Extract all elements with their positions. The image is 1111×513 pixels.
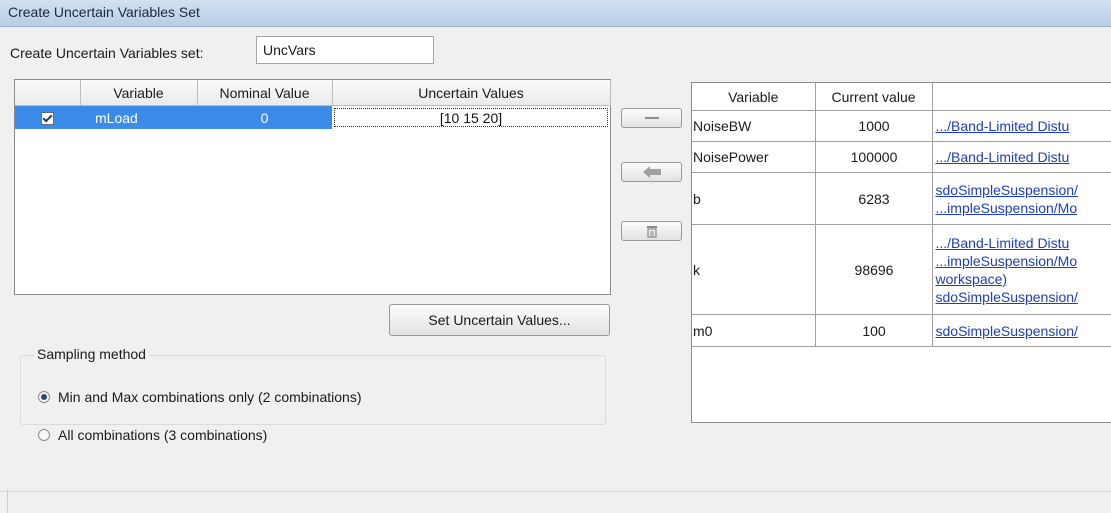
uncertain-values-cell[interactable]: [10 15 20] bbox=[332, 105, 610, 129]
status-divider bbox=[0, 491, 1111, 492]
column-header-used-by[interactable] bbox=[932, 83, 1111, 111]
variable-cell[interactable]: k bbox=[692, 224, 816, 315]
used-by-cell: sdoSimpleSuspension/ bbox=[932, 314, 1111, 347]
table-row[interactable]: NoisePower 100000 .../Band-Limited Distu bbox=[692, 141, 1111, 173]
table-header-row: Variable Current value bbox=[692, 83, 1111, 111]
used-by-cell: .../Band-Limited Distu bbox=[932, 141, 1111, 173]
table-row[interactable]: mLoad 0 [10 15 20] bbox=[15, 105, 610, 129]
block-link[interactable]: .../Band-Limited Distu bbox=[936, 148, 1111, 166]
block-link[interactable]: ...impleSuspension/Mo bbox=[936, 199, 1111, 217]
variable-cell[interactable]: mLoad bbox=[80, 105, 197, 129]
add-variable-button[interactable] bbox=[621, 162, 682, 182]
table-row[interactable]: NoiseBW 1000 .../Band-Limited Distu bbox=[692, 110, 1111, 142]
column-header-variable[interactable]: Variable bbox=[80, 80, 198, 106]
radio-all-combinations[interactable]: All combinations (3 combinations) bbox=[38, 427, 267, 443]
sampling-method-title: Sampling method bbox=[34, 346, 149, 362]
variable-cell[interactable]: NoisePower bbox=[692, 141, 816, 173]
value-cell[interactable]: 98696 bbox=[815, 224, 933, 315]
block-link[interactable]: .../Band-Limited Distu bbox=[936, 234, 1111, 252]
value-cell[interactable]: 100000 bbox=[815, 141, 933, 173]
remove-variable-button[interactable] bbox=[621, 108, 682, 128]
table-row[interactable]: m0 100 sdoSimpleSuspension/ bbox=[692, 314, 1111, 347]
used-by-cell: .../Band-Limited Distu bbox=[932, 110, 1111, 142]
nominal-value-cell[interactable]: 0 bbox=[197, 105, 332, 129]
block-link[interactable]: sdoSimpleSuspension/ bbox=[936, 181, 1111, 199]
set-name-input[interactable] bbox=[256, 36, 434, 64]
variable-cell[interactable]: m0 bbox=[692, 314, 816, 347]
radio-all-label: All combinations (3 combinations) bbox=[58, 427, 268, 443]
block-link[interactable]: sdoSimpleSuspension/ bbox=[936, 322, 1111, 340]
used-by-cell: .../Band-Limited Distu ...impleSuspensio… bbox=[932, 224, 1111, 315]
minus-icon bbox=[644, 117, 659, 119]
value-cell[interactable]: 100 bbox=[815, 314, 933, 347]
value-cell[interactable]: 1000 bbox=[815, 110, 933, 142]
block-link[interactable]: ...impleSuspension/Mo bbox=[936, 252, 1111, 270]
status-divider-vertical bbox=[7, 490, 8, 513]
workspace-variables-table: Variable Current value NoiseBW 1000 .../… bbox=[691, 82, 1111, 423]
variable-cell[interactable]: NoiseBW bbox=[692, 110, 816, 142]
radio-button-selected[interactable] bbox=[38, 391, 50, 403]
radio-button-unselected[interactable] bbox=[38, 429, 50, 441]
set-name-label: Create Uncertain Variables set: bbox=[10, 45, 204, 61]
column-header-uncertain[interactable]: Uncertain Values bbox=[332, 80, 611, 106]
trash-icon bbox=[646, 225, 657, 238]
column-header-nominal[interactable]: Nominal Value bbox=[197, 80, 333, 106]
block-link[interactable]: sdoSimpleSuspension/ bbox=[936, 288, 1111, 306]
radio-min-max[interactable]: Min and Max combinations only (2 combina… bbox=[38, 389, 361, 405]
block-link[interactable]: workspace) bbox=[936, 270, 1111, 288]
variable-cell[interactable]: b bbox=[692, 172, 816, 225]
left-arrow-icon bbox=[642, 166, 661, 178]
table-row[interactable]: b 6283 sdoSimpleSuspension/ ...impleSusp… bbox=[692, 172, 1111, 225]
used-by-cell: sdoSimpleSuspension/ ...impleSuspension/… bbox=[932, 172, 1111, 225]
uncertain-variables-table: Variable Nominal Value Uncertain Values … bbox=[14, 79, 611, 295]
column-header-select[interactable] bbox=[15, 80, 81, 106]
table-row[interactable]: k 98696 .../Band-Limited Distu ...impleS… bbox=[692, 224, 1111, 315]
block-link[interactable]: .../Band-Limited Distu bbox=[936, 117, 1111, 135]
radio-min-max-label: Min and Max combinations only (2 combina… bbox=[58, 389, 362, 405]
row-checkbox-cell[interactable] bbox=[15, 105, 80, 129]
value-cell[interactable]: 6283 bbox=[815, 172, 933, 225]
row-checkbox[interactable] bbox=[41, 112, 54, 126]
delete-button[interactable] bbox=[621, 221, 682, 241]
table-header-row: Variable Nominal Value Uncertain Values bbox=[15, 80, 611, 106]
set-uncertain-values-button[interactable]: Set Uncertain Values... bbox=[389, 304, 610, 336]
column-header-current-value[interactable]: Current value bbox=[815, 83, 933, 111]
column-header-variable[interactable]: Variable bbox=[692, 83, 816, 111]
window-title: Create Uncertain Variables Set bbox=[0, 0, 1111, 27]
